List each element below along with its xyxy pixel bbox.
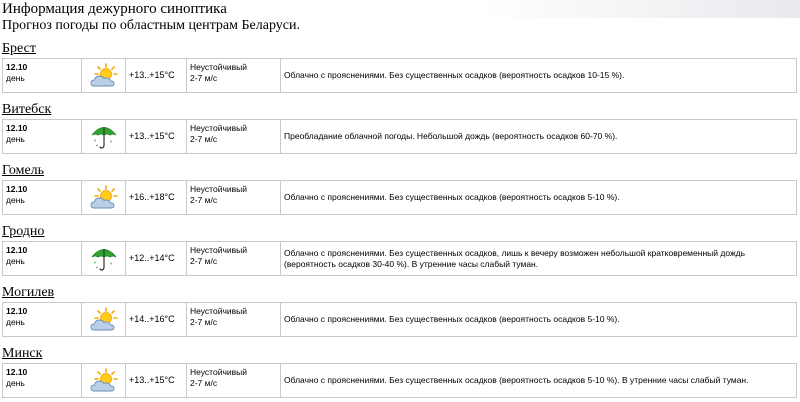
forecast-table: 12.10 день +13..+15°C Неустойчивый 2-7 м… [2,58,797,93]
forecast-period: день [6,256,25,266]
date-cell: 12.10 день [2,241,82,276]
city-heading-2[interactable]: Гомель [2,162,800,180]
wind-speed: 2-7 м/с [190,73,218,83]
wind-direction: Неустойчивый [190,306,247,316]
city-list: Брест 12.10 день +13..+15°C Неустойчивый… [2,40,800,402]
partly-cloudy-icon [89,306,119,334]
icon-cell [81,119,126,154]
city-heading-0[interactable]: Брест [2,40,800,58]
temperature-cell: +13..+15°C [125,119,187,154]
partly-cloudy-icon [89,184,119,212]
icon-cell [81,58,126,93]
temperature-cell: +12..+14°C [125,241,187,276]
date-cell: 12.10 день [2,58,82,93]
forecast-date: 12.10 [6,62,28,72]
forecast-row: 12.10 день +12..+14°C Неустойчивый 2-7 м… [2,241,797,276]
wind-cell: Неустойчивый 2-7 м/с [186,119,281,154]
city-block-0: Брест 12.10 день +13..+15°C Неустойчивый… [2,40,800,97]
forecast-date: 12.10 [6,367,28,377]
forecast-table: 12.10 день +16..+18°C Неустойчивый 2-7 м… [2,180,797,215]
forecast-table: 12.10 день +12..+14°C Неустойчивый 2-7 м… [2,241,797,276]
city-heading-4[interactable]: Могилев [2,284,800,302]
wind-cell: Неустойчивый 2-7 м/с [186,302,281,337]
page-title: Информация дежурного синоптика [2,1,227,17]
icon-cell [81,363,126,398]
temperature-cell: +16..+18°C [125,180,187,215]
city-heading-3[interactable]: Гродно [2,223,800,241]
wind-direction: Неустойчивый [190,245,247,255]
wind-cell: Неустойчивый 2-7 м/с [186,180,281,215]
date-cell: 12.10 день [2,180,82,215]
city-block-2: Гомель 12.10 день +16..+18°C Неустойчивы… [2,162,800,219]
forecast-period: день [6,134,25,144]
icon-cell [81,302,126,337]
date-cell: 12.10 день [2,119,82,154]
date-cell: 12.10 день [2,302,82,337]
forecast-row: 12.10 день +16..+18°C Неустойчивый 2-7 м… [2,180,797,215]
wind-direction: Неустойчивый [190,62,247,72]
city-heading-5[interactable]: Минск [2,345,800,363]
temperature-cell: +13..+15°C [125,363,187,398]
wind-speed: 2-7 м/с [190,317,218,327]
forecast-date: 12.10 [6,123,28,133]
partly-cloudy-icon [89,367,119,395]
forecast-period: день [6,73,25,83]
wind-speed: 2-7 м/с [190,134,218,144]
page-content: Информация дежурного синоптика Прогноз п… [0,0,800,402]
forecast-date: 12.10 [6,245,28,255]
forecast-row: 12.10 день +13..+15°C Неустойчивый 2-7 м… [2,58,797,93]
temperature-cell: +13..+15°C [125,58,187,93]
wind-direction: Неустойчивый [190,184,247,194]
wind-cell: Неустойчивый 2-7 м/с [186,241,281,276]
date-cell: 12.10 день [2,363,82,398]
wind-direction: Неустойчивый [190,123,247,133]
city-block-5: Минск 12.10 день +13..+15°C Неустойчивый… [2,345,800,402]
wind-cell: Неустойчивый 2-7 м/с [186,363,281,398]
forecast-row: 12.10 день +13..+15°C Неустойчивый 2-7 м… [2,363,797,398]
forecast-date: 12.10 [6,184,28,194]
wind-speed: 2-7 м/с [190,256,218,266]
wind-speed: 2-7 м/с [190,378,218,388]
forecast-period: день [6,195,25,205]
forecast-period: день [6,378,25,388]
forecast-row: 12.10 день +13..+15°C Неустойчивый 2-7 м… [2,119,797,154]
city-block-4: Могилев 12.10 день +14..+16°C Неустойчив… [2,284,800,341]
city-heading-1[interactable]: Витебск [2,101,800,119]
page-subtitle: Прогноз погоды по областным центрам Бела… [2,18,300,33]
description-cell: Преобладание облачной погоды. Небольшой … [280,119,797,154]
umbrella-rain-icon [89,123,119,151]
forecast-table: 12.10 день +13..+15°C Неустойчивый 2-7 м… [2,119,797,154]
wind-cell: Неустойчивый 2-7 м/с [186,58,281,93]
icon-cell [81,180,126,215]
icon-cell [81,241,126,276]
description-cell: Облачно с прояснениями. Без существенных… [280,58,797,93]
description-cell: Облачно с прояснениями. Без существенных… [280,180,797,215]
forecast-table: 12.10 день +14..+16°C Неустойчивый 2-7 м… [2,302,797,337]
forecast-period: день [6,317,25,327]
city-block-3: Гродно 12.10 день +12..+14°C Неустойчивы… [2,223,800,280]
forecast-date: 12.10 [6,306,28,316]
forecast-row: 12.10 день +14..+16°C Неустойчивый 2-7 м… [2,302,797,337]
partly-cloudy-icon [89,62,119,90]
forecast-table: 12.10 день +13..+15°C Неустойчивый 2-7 м… [2,363,797,398]
wind-direction: Неустойчивый [190,367,247,377]
temperature-cell: +14..+16°C [125,302,187,337]
wind-speed: 2-7 м/с [190,195,218,205]
description-cell: Облачно с прояснениями. Без существенных… [280,363,797,398]
description-cell: Облачно с прояснениями. Без существенных… [280,241,797,276]
description-cell: Облачно с прояснениями. Без существенных… [280,302,797,337]
city-block-1: Витебск 12.10 день +13..+15°C Неустойчив… [2,101,800,158]
umbrella-rain-icon [89,245,119,273]
